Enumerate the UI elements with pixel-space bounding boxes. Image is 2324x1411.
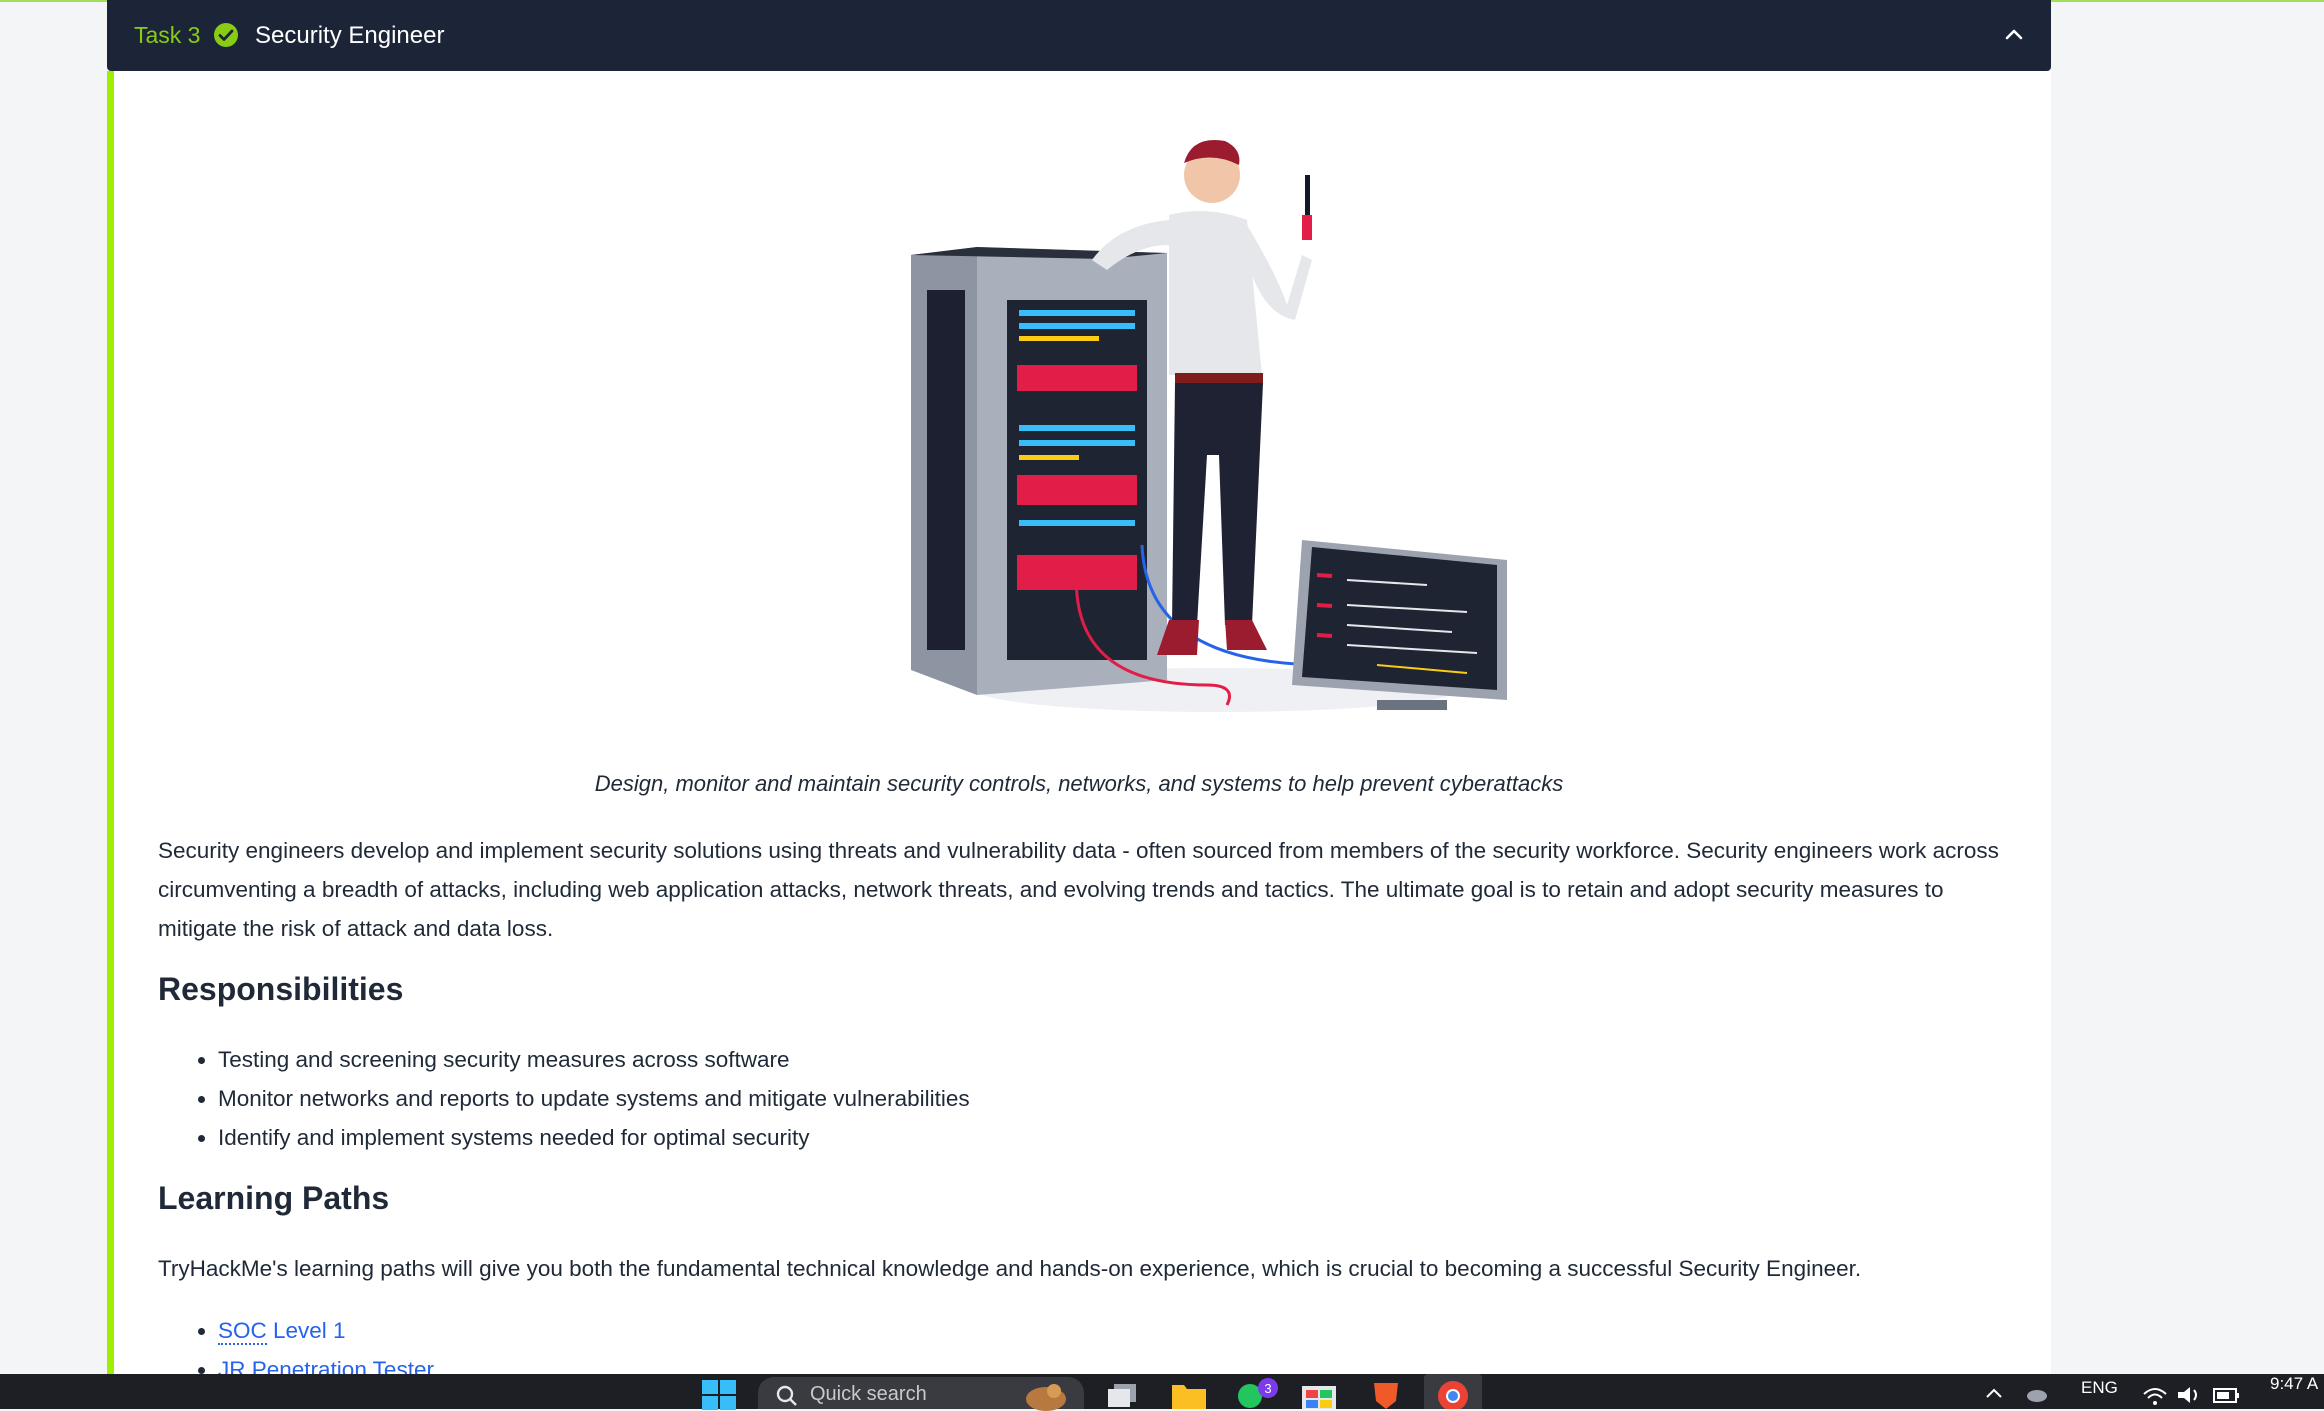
messaging-app-icon[interactable]: 3 <box>1236 1378 1280 1409</box>
responsibilities-list: Testing and screening security measures … <box>158 1040 970 1157</box>
link-abbreviation: JR <box>218 1357 246 1374</box>
task-number-label: Task 3 <box>134 22 201 48</box>
task-title: Security Engineer <box>255 21 445 49</box>
file-explorer-icon[interactable] <box>1172 1381 1206 1409</box>
brave-browser-icon[interactable] <box>1370 1379 1402 1409</box>
list-item: Identify and implement systems needed fo… <box>218 1118 970 1157</box>
notification-badge: 3 <box>1264 1381 1271 1396</box>
chrome-icon <box>1438 1381 1468 1409</box>
link-label: Penetration Tester <box>245 1357 434 1374</box>
list-item: Monitor networks and reports to update s… <box>218 1079 970 1118</box>
battery-icon[interactable] <box>2212 1384 2240 1406</box>
jr-penetration-tester-link[interactable]: JR Penetration Tester <box>218 1357 434 1374</box>
responsibilities-heading: Responsibilities <box>158 971 404 1007</box>
task-card: Task 3 Security Engineer Design, monitor… <box>107 0 2051 1374</box>
volume-icon[interactable] <box>2176 1384 2202 1406</box>
link-label: Level 1 <box>266 1318 346 1343</box>
chrome-taskbar-button[interactable] <box>1424 1374 1482 1409</box>
store-icon[interactable] <box>1302 1380 1336 1409</box>
search-placeholder: Quick search <box>810 1383 927 1405</box>
clock-time[interactable]: 9:47 A <box>2270 1374 2318 1394</box>
language-indicator[interactable]: ENG <box>2081 1378 2118 1398</box>
list-item: Testing and screening security measures … <box>218 1040 970 1079</box>
list-item: SOC Level 1 <box>218 1311 434 1350</box>
learning-paths-heading: Learning Paths <box>158 1180 390 1216</box>
learning-paths-text: TryHackMe's learning paths will give you… <box>158 1256 1862 1281</box>
link-abbreviation: SOC <box>218 1318 267 1345</box>
cloud-icon[interactable] <box>2026 1384 2048 1404</box>
soc-level-1-link[interactable]: SOC Level 1 <box>218 1318 346 1345</box>
taskbar-search-input[interactable]: Quick search <box>758 1377 1084 1411</box>
security-engineer-illustration <box>911 139 1507 712</box>
search-highlight-icon <box>1026 1384 1066 1411</box>
chevron-up-icon[interactable] <box>2003 23 2025 45</box>
intro-paragraph-line-1: Security engineers develop and implement… <box>158 838 1999 863</box>
windows-taskbar: Quick search 3 ENG 9:47 A <box>0 1374 2324 1411</box>
task-view-icon[interactable] <box>1108 1382 1138 1409</box>
check-circle-icon <box>214 23 238 47</box>
task-accent-bar <box>107 71 114 1374</box>
list-item: JR Penetration Tester <box>218 1350 434 1374</box>
learning-paths-list: SOC Level 1 JR Penetration Tester <box>158 1311 434 1374</box>
intro-paragraph-line-2: circumventing a breadth of attacks, incl… <box>158 877 1944 902</box>
image-caption: Design, monitor and maintain security co… <box>594 771 1564 796</box>
search-icon <box>776 1385 797 1406</box>
intro-paragraph-line-3: mitigate the risk of attack and data los… <box>158 916 554 941</box>
wifi-icon[interactable] <box>2142 1384 2168 1406</box>
windows-start-icon[interactable] <box>702 1380 736 1410</box>
tray-chevron-icon[interactable] <box>1984 1386 2004 1400</box>
task-header[interactable]: Task 3 Security Engineer <box>107 0 2051 71</box>
